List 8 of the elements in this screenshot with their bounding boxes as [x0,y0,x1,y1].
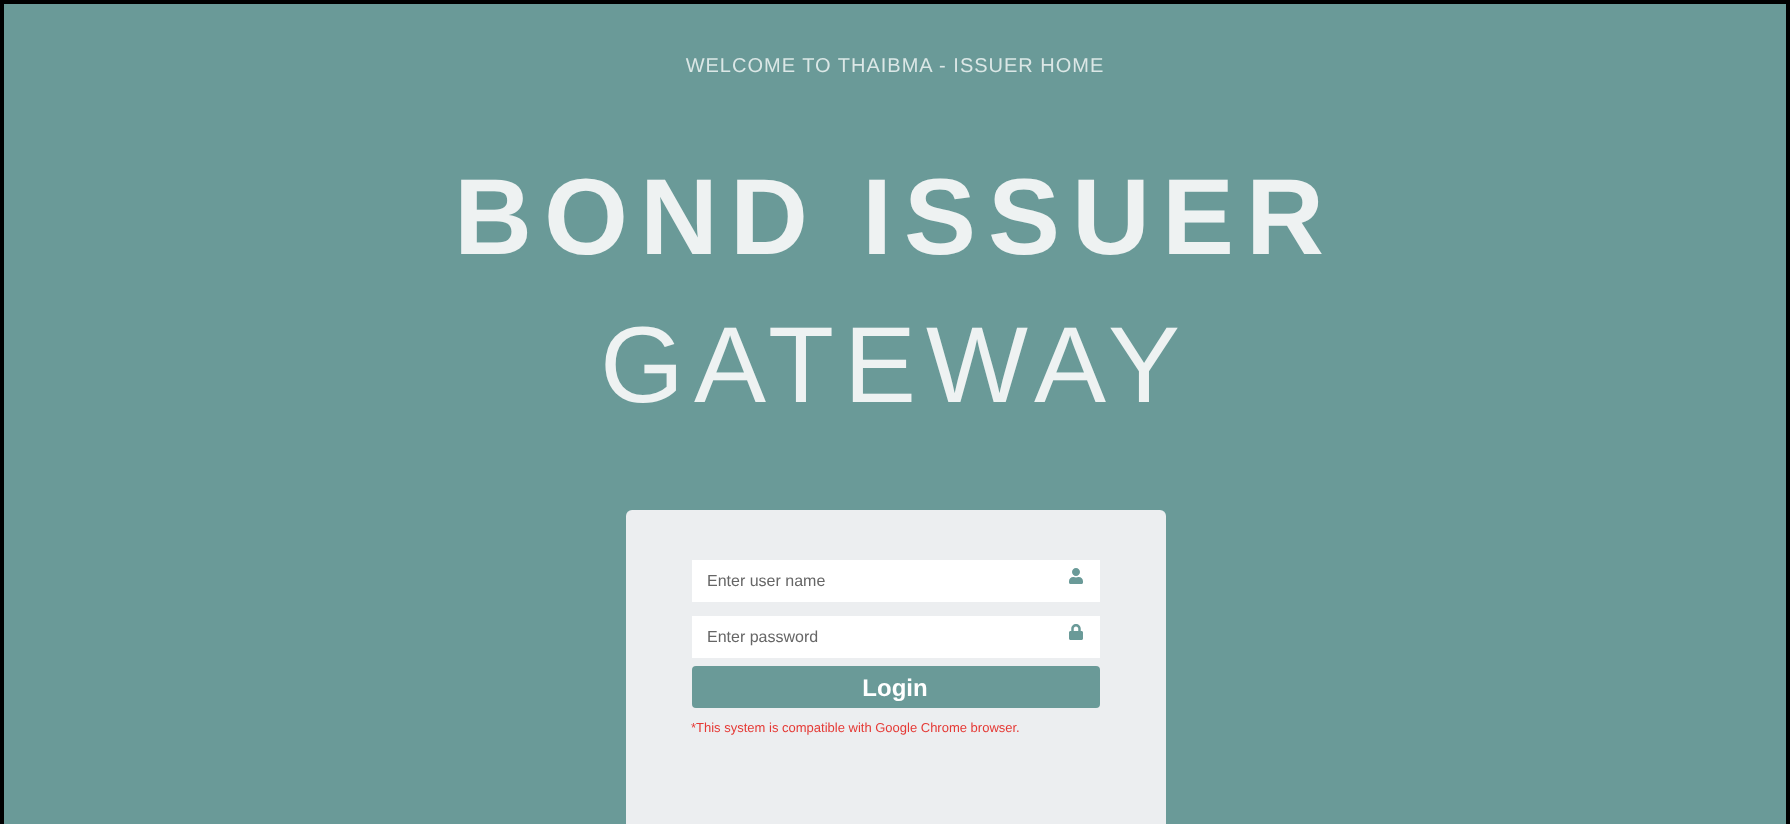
user-icon [1067,567,1083,583]
username-field[interactable]: Enter user name [691,560,1099,602]
login-button[interactable]: Login [691,666,1099,708]
lock-icon [1067,623,1083,639]
title-heading: BOND ISSUER [453,158,1337,278]
password-field[interactable]: Enter password [691,616,1099,658]
subtitle-heading: GATEWAY [599,306,1190,426]
welcome-text: WELCOME TO THAIBMA - ISSUER HOME [685,54,1105,82]
